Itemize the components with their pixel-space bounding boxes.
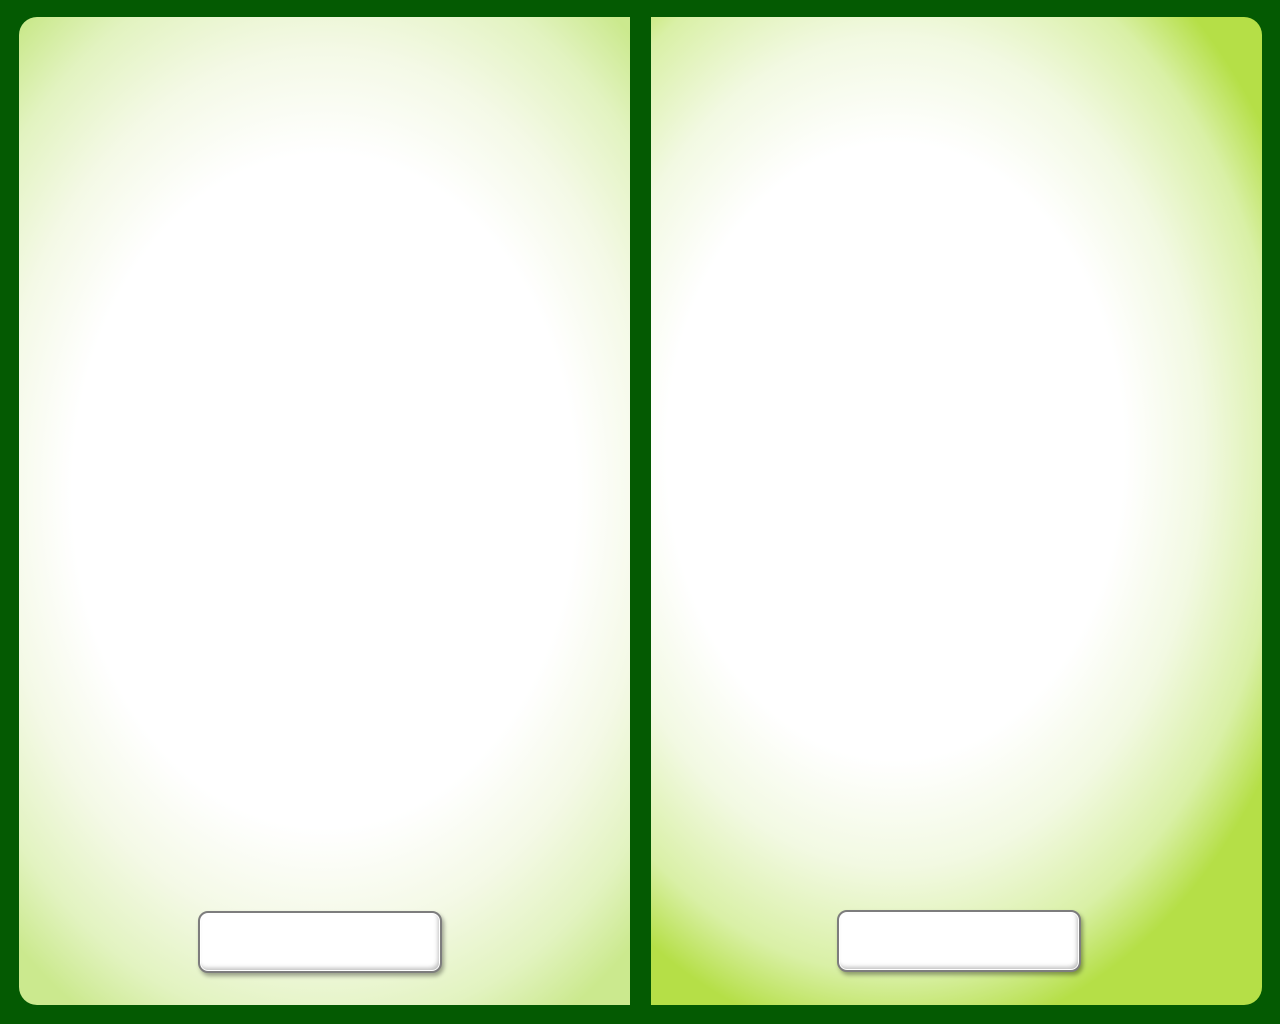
game-board xyxy=(0,0,1280,1024)
right-panel xyxy=(651,17,1262,1005)
left-panel xyxy=(19,17,630,1005)
left-panel-button[interactable] xyxy=(198,911,442,973)
right-panel-button[interactable] xyxy=(837,910,1081,972)
